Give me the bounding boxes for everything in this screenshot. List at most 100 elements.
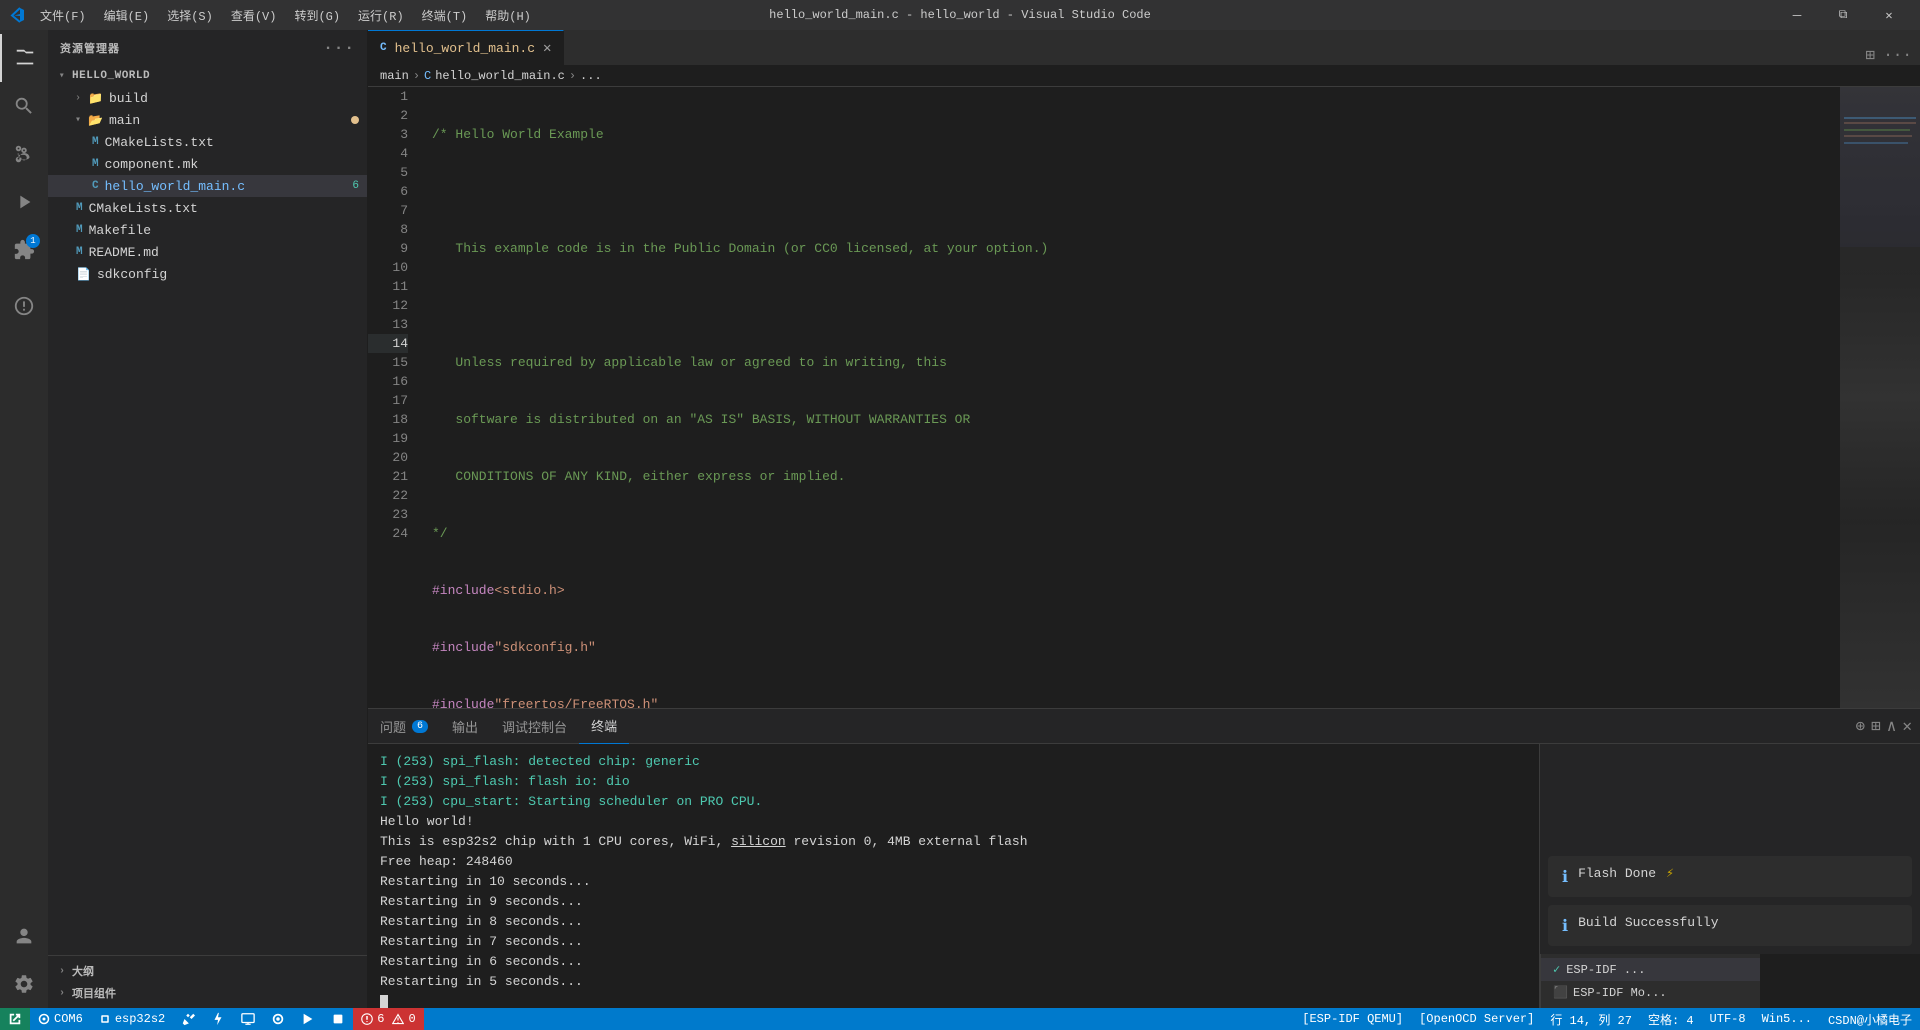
- menu-select[interactable]: 选择(S): [159, 5, 221, 26]
- tree-item-hello-world[interactable]: C hello_world_main.c 6: [48, 175, 367, 197]
- status-eol[interactable]: Win5...: [1754, 1008, 1820, 1030]
- chevron-right-icon: ›: [56, 966, 68, 977]
- terminal-tabs-list: ✓ ESP-IDF ... ⬛ ESP-IDF Mo...: [1540, 954, 1760, 1008]
- flash-done-text: Flash Done: [1578, 866, 1656, 881]
- main-layout: 1 资源管理器 ···: [0, 30, 1920, 1008]
- esp-idf-monitor-tab[interactable]: ⬛ ESP-IDF Mo...: [1541, 981, 1760, 1004]
- check-icon: ✓: [1553, 962, 1560, 977]
- close-panel-button[interactable]: ✕: [1902, 716, 1912, 736]
- chevron-up-button[interactable]: ∧: [1887, 716, 1897, 736]
- menu-edit[interactable]: 编辑(E): [96, 5, 158, 26]
- md-file-icon: M: [76, 246, 83, 258]
- status-monitor-button[interactable]: [233, 1008, 263, 1030]
- code-content[interactable]: /* Hello World Example This example code…: [416, 87, 1840, 708]
- run-icon: [301, 1012, 315, 1026]
- close-button[interactable]: ✕: [1866, 0, 1912, 30]
- source-control-icon[interactable]: [0, 130, 48, 178]
- chevron-down-icon: ▾: [56, 70, 68, 82]
- status-right: [ESP-IDF QEMU] [OpenOCD Server] 行 14, 列 …: [1294, 1008, 1920, 1030]
- menu-file[interactable]: 文件(F): [32, 5, 94, 26]
- term-line-6: Free heap: 248460: [380, 852, 1527, 872]
- terminal-right: ℹ Flash Done ⚡ ℹ Build Successfully: [1539, 744, 1920, 1008]
- breadcrumb-more[interactable]: ...: [580, 69, 602, 83]
- root-label: HELLO_WORLD: [72, 70, 150, 82]
- tab-output[interactable]: 输出: [440, 709, 490, 744]
- tab-close-button[interactable]: ✕: [543, 40, 551, 57]
- editor-tab-active[interactable]: C hello_world_main.c ✕: [368, 30, 564, 65]
- project-components-section[interactable]: › 项目组件: [48, 982, 367, 1004]
- esp-idf-terminal-tab[interactable]: ✓ ESP-IDF ...: [1541, 958, 1760, 981]
- tree-item-readme[interactable]: M README.md: [48, 241, 367, 263]
- status-chip[interactable]: esp32s2: [91, 1008, 173, 1030]
- tab-debug-console[interactable]: 调试控制台: [490, 709, 579, 744]
- menu-terminal[interactable]: 终端(T): [414, 5, 476, 26]
- esp-idf-icon[interactable]: [0, 282, 48, 330]
- status-flash-button[interactable]: [203, 1008, 233, 1030]
- minimize-button[interactable]: －: [1774, 0, 1820, 30]
- breadcrumb-main[interactable]: main: [380, 69, 409, 83]
- split-terminal-button[interactable]: ⊞: [1871, 716, 1881, 736]
- status-stop-button[interactable]: [323, 1008, 353, 1030]
- term-line-12: Restarting in 5 seconds...: [380, 972, 1527, 992]
- status-errors[interactable]: 6 0: [353, 1008, 423, 1030]
- settings-icon[interactable]: [0, 960, 48, 1008]
- tree-item-sdkconfig[interactable]: 📄 sdkconfig: [48, 263, 367, 285]
- menu-bar[interactable]: 文件(F) 编辑(E) 选择(S) 查看(V) 转到(G) 运行(R) 终端(T…: [32, 5, 539, 26]
- status-spaces[interactable]: 空格: 4: [1640, 1008, 1702, 1030]
- openocd-icon: [271, 1012, 285, 1026]
- menu-goto[interactable]: 转到(G): [286, 5, 348, 26]
- extensions-icon[interactable]: 1: [0, 226, 48, 274]
- components-label: 项目组件: [72, 985, 116, 1001]
- menu-run[interactable]: 运行(R): [350, 5, 412, 26]
- code-editor[interactable]: 1 2 3 4 5 6 7 8 9 10 11 12 13 14 15 16 1: [368, 87, 1920, 708]
- tab-terminal[interactable]: 终端: [579, 709, 629, 744]
- tree-item-label: README.md: [89, 245, 159, 260]
- maximize-button[interactable]: ⧉: [1820, 0, 1866, 30]
- activity-bar: 1: [0, 30, 48, 1008]
- split-editor-button[interactable]: ⊞: [1866, 45, 1876, 65]
- status-build-button[interactable]: [173, 1008, 203, 1030]
- c-file-indicator: C: [380, 42, 387, 54]
- plug-icon: [38, 1013, 50, 1025]
- term-line-7: Restarting in 10 seconds...: [380, 872, 1527, 892]
- tree-item-build[interactable]: › 📁 build: [48, 87, 367, 109]
- editor-area: C hello_world_main.c ✕ ⊞ ··· main › C he…: [368, 30, 1920, 1008]
- status-openocd-server[interactable]: [OpenOCD Server]: [1411, 1008, 1542, 1030]
- panel-controls: ⊕ ⊞ ∧ ✕: [1847, 716, 1920, 736]
- chevron-right-icon: ›: [56, 988, 68, 999]
- c-file-icon: C: [92, 180, 99, 192]
- explorer-icon[interactable]: [0, 34, 48, 82]
- status-esp-idf-qemu[interactable]: [ESP-IDF QEMU]: [1294, 1008, 1411, 1030]
- status-com6[interactable]: COM6: [30, 1008, 91, 1030]
- more-actions-button[interactable]: ···: [1883, 46, 1912, 64]
- tab-problems[interactable]: 问题 6: [368, 709, 440, 744]
- outline-section[interactable]: › 大纲: [48, 960, 367, 982]
- tree-item-cmakelists-root[interactable]: M CMakeLists.txt: [48, 197, 367, 219]
- tree-item-cmakelists-main[interactable]: M CMakeLists.txt: [48, 131, 367, 153]
- tree-item-label: build: [109, 91, 148, 106]
- status-csdn[interactable]: CSDN@小橘电子: [1820, 1008, 1920, 1030]
- tree-item-makefile[interactable]: M Makefile: [48, 219, 367, 241]
- run-debug-icon[interactable]: [0, 178, 48, 226]
- term-line-11: Restarting in 6 seconds...: [380, 952, 1527, 972]
- tree-root[interactable]: ▾ HELLO_WORLD: [48, 65, 367, 87]
- code-line-6: software is distributed on an "AS IS" BA…: [432, 410, 1840, 429]
- status-openocd-button[interactable]: [263, 1008, 293, 1030]
- status-run-button[interactable]: [293, 1008, 323, 1030]
- add-terminal-button[interactable]: ⊕: [1855, 716, 1865, 736]
- breadcrumb-file[interactable]: hello_world_main.c: [435, 69, 565, 83]
- menu-help[interactable]: 帮助(H): [477, 5, 539, 26]
- tree-item-main[interactable]: ▾ 📂 main: [48, 109, 367, 131]
- search-icon[interactable]: [0, 82, 48, 130]
- terminal-content[interactable]: I (253) spi_flash: detected chip: generi…: [368, 744, 1539, 1008]
- window-controls[interactable]: － ⧉ ✕: [1774, 0, 1912, 30]
- warning-count: 0: [408, 1012, 415, 1026]
- account-icon[interactable]: [0, 912, 48, 960]
- folder-open-icon: 📂: [88, 113, 103, 128]
- menu-view[interactable]: 查看(V): [223, 5, 285, 26]
- tree-item-component[interactable]: M component.mk: [48, 153, 367, 175]
- status-remote[interactable]: [0, 1008, 30, 1030]
- status-line-col[interactable]: 行 14, 列 27: [1542, 1008, 1640, 1030]
- sidebar-more-button[interactable]: ···: [323, 39, 355, 57]
- status-encoding[interactable]: UTF-8: [1702, 1008, 1754, 1030]
